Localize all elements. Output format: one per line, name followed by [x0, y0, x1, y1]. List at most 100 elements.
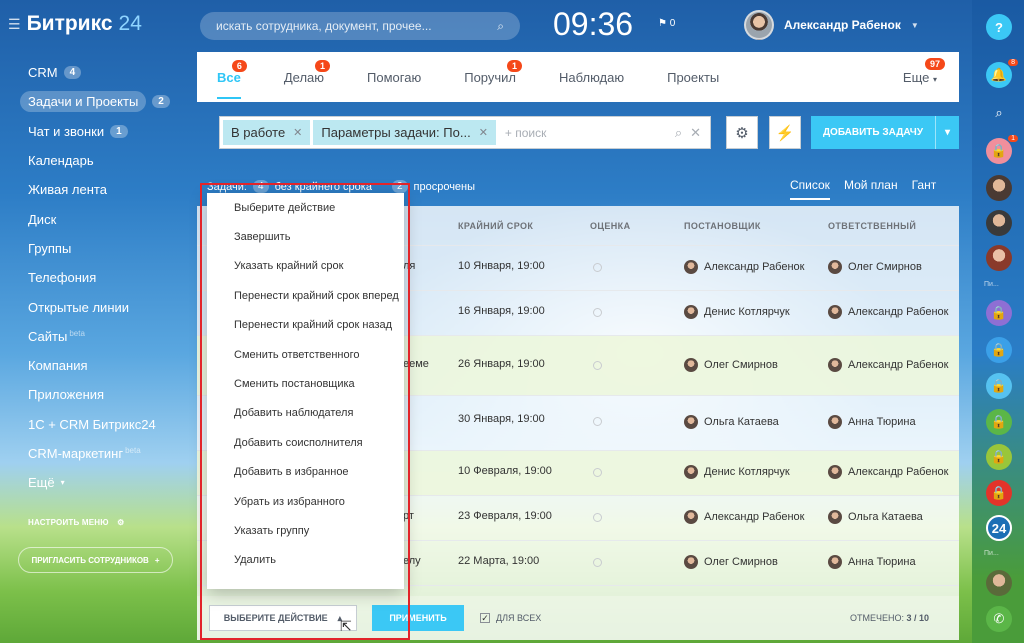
lock-icon[interactable]: 🔒 [986, 373, 1012, 399]
responsible-name[interactable]: Александр Рабенок [848, 306, 948, 318]
deadline-value[interactable]: 10 Февраля, 19:00 [458, 465, 552, 477]
sidebar-item-label: Компания [28, 358, 88, 374]
setup-menu-label: НАСТРОИТЬ МЕНЮ [28, 518, 109, 527]
sidebar-item-chat[interactable]: Чат и звонки 1 [18, 117, 193, 146]
add-task-label: ДОБАВИТЬ ЗАДАЧУ [822, 127, 924, 138]
close-icon[interactable]: ✕ [479, 126, 488, 139]
lock-icon[interactable]: 🔒 [986, 444, 1012, 470]
creator-name[interactable]: Александр Рабенок [704, 511, 804, 523]
responsible-name[interactable]: Ольга Катаева [848, 511, 923, 523]
sidebar-item-sites[interactable]: Сайты beta [18, 322, 193, 351]
rating-radio[interactable] [593, 263, 602, 272]
lock-icon[interactable]: 🔒 [986, 337, 1012, 363]
search-icon[interactable]: ⌕ [675, 125, 682, 141]
deadline-value[interactable]: 22 Марта, 19:00 [458, 555, 539, 567]
responsible-name[interactable]: Александр Рабенок [848, 466, 948, 478]
view-list[interactable]: Список [790, 178, 830, 200]
for-all-checkbox[interactable]: ✓ ДЛЯ ВСЕХ [480, 613, 541, 623]
avatar[interactable] [986, 245, 1012, 271]
rating-radio[interactable] [593, 417, 602, 426]
deadline-value[interactable]: 16 Января, 19:00 [458, 305, 545, 317]
creator-name[interactable]: Олег Смирнов [704, 359, 778, 371]
sidebar-item-disk[interactable]: Диск [18, 204, 193, 233]
avatar[interactable] [986, 175, 1012, 201]
gear-icon: ⚙ [735, 124, 749, 142]
avatar [744, 10, 774, 40]
tab-assigned[interactable]: Поручил 1 [464, 56, 522, 99]
setup-menu-button[interactable]: НАСТРОИТЬ МЕНЮ ⚙ [28, 518, 125, 527]
settings-button[interactable]: ⚙ [726, 116, 758, 149]
deadline-value[interactable]: 26 Января, 19:00 [458, 358, 545, 370]
sidebar-item-telephony[interactable]: Телефония [18, 263, 193, 292]
sidebar-item-tasks[interactable]: Задачи и Проекты 2 [18, 87, 193, 116]
view-gantt[interactable]: Гант [912, 178, 937, 200]
tab-all[interactable]: Все 6 [217, 56, 247, 99]
logo[interactable]: ☰ Битрикс 24 [8, 12, 142, 36]
phone-icon[interactable]: ✆ [986, 606, 1012, 632]
filter-input[interactable]: В работе ✕ Параметры задачи: По... ✕ + пои… [219, 116, 711, 149]
tab-helping[interactable]: Помогаю [367, 56, 421, 99]
deadline-value[interactable]: 23 Февраля, 19:00 [458, 510, 552, 522]
sidebar-item-groups[interactable]: Группы [18, 234, 193, 263]
sidebar-item-open-lines[interactable]: Открытые линии [18, 292, 193, 321]
chevron-down-icon[interactable]: ▾ [935, 116, 959, 149]
tab-projects[interactable]: Проекты [667, 56, 719, 99]
hamburger-icon[interactable]: ☰ [8, 16, 21, 33]
tab-doing[interactable]: Делаю 1 [284, 56, 331, 99]
column-responsible[interactable]: ОТВЕТСТВЕННЫЙ [828, 221, 916, 231]
responsible-name[interactable]: Анна Тюрина [848, 556, 916, 568]
chevron-down-icon: ▼ [910, 20, 919, 30]
creator-name[interactable]: Денис Котлярчук [704, 466, 790, 478]
responsible-name[interactable]: Олег Смирнов [848, 261, 922, 273]
filter-chip-status[interactable]: В работе ✕ [223, 120, 311, 145]
rating-radio[interactable] [593, 361, 602, 370]
sidebar-item-feed[interactable]: Живая лента [18, 175, 193, 204]
column-deadline[interactable]: КРАЙНИЙ СРОК [458, 221, 533, 231]
creator-name[interactable]: Олег Смирнов [704, 556, 778, 568]
lock-icon[interactable]: 🔒 [986, 300, 1012, 326]
lock-icon[interactable]: 🔒 1 [986, 135, 1018, 164]
creator-name[interactable]: Ольга Катаева [704, 416, 779, 428]
bitrix24-logo-icon[interactable]: 24 [986, 515, 1012, 541]
sidebar-item-crm-marketing[interactable]: CRM-маркетинг beta [18, 439, 193, 468]
sidebar-item-more[interactable]: Ещё ▾ [18, 468, 193, 497]
add-task-button[interactable]: ДОБАВИТЬ ЗАДАЧУ ▾ [811, 116, 959, 149]
filter-chip-params[interactable]: Параметры задачи: По... ✕ [313, 120, 496, 145]
tab-more[interactable]: Еще ▾ 97 [903, 58, 945, 85]
responsible-name[interactable]: Александр Рабенок [848, 359, 948, 371]
bell-icon[interactable]: 🔔 8 [986, 59, 1018, 88]
checkbox-icon[interactable]: ✓ [480, 613, 490, 623]
user-menu[interactable]: Александр Рабенок ▼ [744, 10, 919, 40]
deadline-value[interactable]: 30 Января, 19:00 [458, 413, 545, 425]
rating-radio[interactable] [593, 558, 602, 567]
help-icon[interactable]: ? [986, 14, 1012, 40]
avatar[interactable] [986, 570, 1012, 596]
avatar[interactable] [986, 210, 1012, 236]
sidebar-item-calendar[interactable]: Календарь [18, 146, 193, 175]
rating-radio[interactable] [593, 468, 602, 477]
flag-counter[interactable]: ⚑ 0 [658, 18, 675, 29]
column-creator[interactable]: ПОСТАНОВЩИК [684, 221, 761, 231]
invite-button[interactable]: ПРИГЛАСИТЬ СОТРУДНИКОВ + [18, 547, 173, 573]
clear-icon[interactable]: ✕ [690, 125, 701, 141]
lock-icon[interactable]: 🔒 [986, 409, 1012, 435]
view-my-plan[interactable]: Мой план [844, 178, 898, 200]
search-input[interactable]: искать сотрудника, документ, прочее... ⌕ [200, 12, 520, 40]
creator-name[interactable]: Денис Котлярчук [704, 306, 790, 318]
automation-button[interactable]: ⚡ [769, 116, 801, 149]
column-rating[interactable]: ОЦЕНКА [590, 221, 630, 231]
tab-watching[interactable]: Наблюдаю [559, 56, 624, 99]
rating-radio[interactable] [593, 308, 602, 317]
deadline-value[interactable]: 10 Января, 19:00 [458, 260, 545, 272]
rating-radio[interactable] [593, 513, 602, 522]
sidebar-item-apps[interactable]: Приложения [18, 380, 193, 409]
close-icon[interactable]: ✕ [293, 126, 302, 139]
search-icon[interactable]: ⌕ [986, 100, 1012, 126]
creator-name[interactable]: Александр Рабенок [704, 261, 804, 273]
responsible-name[interactable]: Анна Тюрина [848, 416, 916, 428]
sidebar-item-crm[interactable]: CRM 4 [18, 58, 193, 87]
lock-icon[interactable]: 🔒 [986, 480, 1012, 506]
sidebar-item-company[interactable]: Компания [18, 351, 193, 380]
flag-count: 0 [669, 18, 676, 29]
sidebar-item-1c[interactable]: 1С + CRM Битрикс24 [18, 410, 193, 439]
